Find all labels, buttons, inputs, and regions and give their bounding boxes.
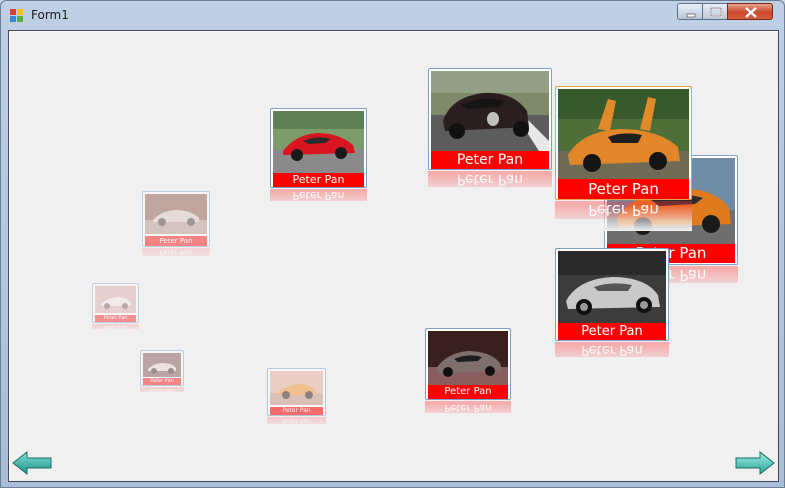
- minimize-icon: [686, 13, 696, 18]
- card-reflection: Peter Pan: [555, 342, 669, 368]
- silver-sports-car-icon: [145, 194, 207, 234]
- card-label: Peter Pan: [428, 385, 508, 399]
- card-frame: Peter Pan: [270, 108, 367, 188]
- orange-lamborghini-icon: [558, 89, 689, 179]
- card-reflection: Peter Pan: [267, 417, 326, 429]
- maximize-icon: [710, 7, 722, 17]
- close-button[interactable]: [727, 3, 773, 20]
- orange-sports-car-icon: [270, 371, 323, 405]
- card-reflection: Peter Pan: [92, 324, 139, 333]
- card-frame: Peter Pan: [555, 86, 692, 200]
- card-frame: Peter Pan: [92, 283, 139, 323]
- card-frame: Peter Pan: [142, 191, 210, 247]
- card-label: Peter Pan: [431, 151, 549, 169]
- silver-supercar-icon: [143, 353, 181, 377]
- card-frame: Peter Pan: [555, 248, 669, 341]
- card-label: Peter Pan: [143, 378, 181, 385]
- maximize-button[interactable]: [702, 3, 728, 20]
- card-label: Peter Pan: [145, 236, 207, 246]
- red-ferrari-icon: [273, 111, 364, 173]
- card-reflection: Peter Pan: [140, 387, 184, 396]
- close-icon: [745, 7, 757, 18]
- card-reflection: Peter Pan: [425, 401, 511, 421]
- card-label: Peter Pan: [95, 315, 136, 322]
- card-label: Peter Pan: [273, 173, 364, 187]
- card-label: Peter Pan: [558, 179, 689, 199]
- left-arrow-icon[interactable]: [11, 450, 53, 476]
- card-frame: Peter Pan: [140, 350, 184, 386]
- client-area: Peter Pan Peter Pan Peter Pan Peter Pan: [8, 30, 779, 482]
- card-reflection: Peter Pan: [142, 248, 210, 262]
- title-bar[interactable]: Form1: [1, 1, 785, 31]
- card-label: Peter Pan: [270, 407, 323, 415]
- app-icon: [10, 9, 23, 22]
- white-sports-car-icon: [95, 286, 136, 313]
- minimize-button[interactable]: [677, 3, 703, 20]
- card-frame: Peter Pan: [425, 328, 511, 400]
- pagani-zonda-icon: [428, 331, 508, 385]
- silver-porsche-icon: [558, 251, 666, 323]
- card-frame: Peter Pan: [267, 368, 326, 416]
- card-reflection: Peter Pan: [555, 201, 692, 231]
- card-label: Peter Pan: [558, 323, 666, 340]
- window-title: Form1: [31, 8, 69, 22]
- card-reflection: Peter Pan: [270, 189, 367, 211]
- black-bugatti-icon: [431, 71, 549, 151]
- card-frame: Peter Pan: [428, 68, 552, 170]
- right-arrow-icon[interactable]: [734, 450, 776, 476]
- window: Form1 Peter Pan Peter Pan Peter Pan Pete…: [0, 0, 785, 488]
- card-reflection: Peter Pan: [428, 171, 552, 199]
